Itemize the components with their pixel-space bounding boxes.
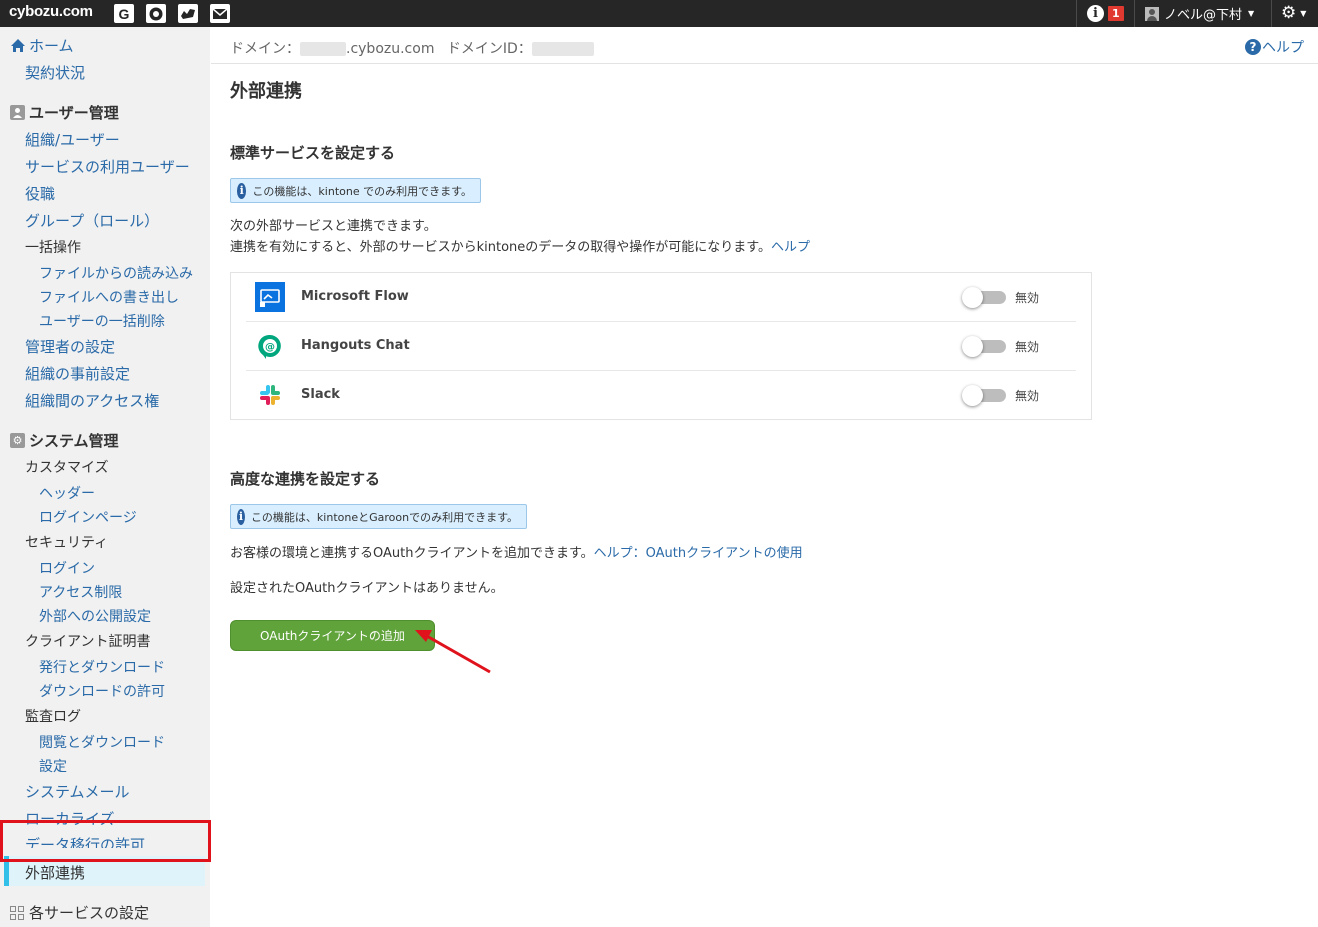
user-menu[interactable]: ノベル@下村 ▼ bbox=[1145, 0, 1254, 27]
service-toggle[interactable] bbox=[962, 385, 1006, 406]
notification-button[interactable]: i 1 bbox=[1087, 0, 1124, 27]
sidebar-item-org-access[interactable]: 組織間のアクセス権 bbox=[25, 390, 159, 411]
sidebar-item-bulk: 一括操作 bbox=[25, 240, 81, 256]
gear-icon: ⚙ bbox=[1281, 3, 1297, 23]
chevron-down-icon: ▼ bbox=[1300, 9, 1307, 18]
mail-app-icon[interactable] bbox=[210, 4, 230, 23]
microsoft-flow-icon bbox=[255, 282, 285, 312]
service-name: Hangouts Chat bbox=[301, 338, 410, 353]
settings-menu[interactable]: ⚙ ▼ bbox=[1281, 0, 1306, 27]
sidebar-item-customize: カスタマイズ bbox=[25, 460, 109, 476]
sidebar-item-audit-view[interactable]: 閲覧とダウンロード bbox=[39, 732, 165, 752]
sidebar-item-groups[interactable]: グループ（ロール） bbox=[25, 210, 159, 231]
user-icon bbox=[10, 105, 25, 120]
mailwise-app-icon[interactable] bbox=[178, 4, 198, 23]
svg-text:@: @ bbox=[265, 342, 275, 353]
cybozu-logo[interactable]: cybozu.com bbox=[9, 3, 93, 20]
sidebar-item-service-users[interactable]: サービスの利用ユーザー bbox=[25, 156, 190, 177]
service-name: Slack bbox=[301, 387, 340, 402]
gear-icon: ⚙ bbox=[10, 433, 25, 448]
sidebar-item-titles[interactable]: 役職 bbox=[25, 183, 55, 204]
grid-icon bbox=[10, 905, 24, 920]
sidebar-item-admins[interactable]: 管理者の設定 bbox=[25, 336, 115, 357]
sidebar-item-audit-settings[interactable]: 設定 bbox=[39, 756, 67, 776]
oauth-help-link[interactable]: ヘルプ：OAuthクライアントの使用 bbox=[594, 546, 803, 561]
redacted-domain bbox=[300, 42, 346, 56]
sidebar-item-service-settings[interactable]: 各サービスの設定 bbox=[10, 902, 149, 923]
sidebar-item-contract[interactable]: 契約状況 bbox=[25, 62, 85, 83]
home-icon bbox=[11, 39, 25, 52]
sys-mgmt-heading: ⚙ システム管理 bbox=[10, 430, 119, 451]
user-name: ノベル@下村 bbox=[1164, 8, 1243, 23]
sidebar-item-client-cert: クライアント証明書 bbox=[25, 634, 151, 650]
service-status: 無効 bbox=[1015, 291, 1040, 305]
sidebar-item-bulk-delete[interactable]: ユーザーの一括削除 bbox=[39, 311, 165, 331]
office-app-icon[interactable] bbox=[146, 4, 166, 23]
advanced-section-title: 高度な連携を設定する bbox=[230, 470, 381, 488]
sidebar-item-org-users[interactable]: 組織/ユーザー bbox=[25, 129, 120, 150]
info-icon: i bbox=[1087, 5, 1104, 22]
sidebar-item-export[interactable]: ファイルへの書き出し bbox=[39, 287, 179, 307]
sidebar-item-login-page[interactable]: ログインページ bbox=[39, 507, 137, 527]
service-status: 無効 bbox=[1015, 340, 1040, 354]
info-icon: i bbox=[237, 182, 247, 199]
page-title: 外部連携 bbox=[230, 81, 302, 102]
sidebar-item-public-settings[interactable]: 外部への公開設定 bbox=[39, 606, 151, 626]
service-row-hangouts-chat: @ Hangouts Chat 無効 bbox=[246, 322, 1076, 371]
top-bar: cybozu.com G i 1 ノベル@下村 ▼ ⚙ ▼ bbox=[0, 0, 1318, 27]
add-oauth-client-button[interactable]: OAuthクライアントの追加 bbox=[230, 620, 435, 651]
slack-icon bbox=[255, 380, 285, 410]
service-toggle[interactable] bbox=[962, 336, 1006, 357]
sidebar-item-audit-log: 監査ログ bbox=[25, 709, 81, 725]
service-name: Microsoft Flow bbox=[301, 289, 409, 304]
domain-bar: ドメイン： .cybozu.com ドメインID： ? ヘルプ bbox=[211, 27, 1318, 64]
highlight-frame bbox=[0, 820, 211, 862]
sidebar-item-import[interactable]: ファイルからの読み込み bbox=[39, 263, 193, 283]
sidebar-item-header[interactable]: ヘッダー bbox=[39, 483, 95, 503]
info-icon: i bbox=[237, 508, 245, 525]
hangouts-chat-icon: @ bbox=[255, 331, 285, 361]
advanced-desc: お客様の環境と連携するOAuthクライアントを追加できます。ヘルプ：OAuthク… bbox=[230, 546, 803, 561]
sidebar-item-security: セキュリティ bbox=[25, 535, 109, 551]
sidebar-item-external-integration[interactable]: 外部連携 bbox=[25, 862, 85, 883]
sidebar-item-system-mail[interactable]: システムメール bbox=[25, 781, 130, 802]
chevron-down-icon: ▼ bbox=[1248, 9, 1255, 18]
advanced-notice: i この機能は、kintoneとGaroonでのみ利用できます。 bbox=[230, 504, 527, 529]
user-mgmt-heading: ユーザー管理 bbox=[10, 102, 119, 123]
service-row-slack: Slack 無効 bbox=[246, 371, 1076, 420]
sidebar-item-issue-download[interactable]: 発行とダウンロード bbox=[39, 657, 165, 677]
services-list: Microsoft Flow 無効 @ Hangouts Chat 無効 Sla… bbox=[230, 272, 1092, 420]
service-row-microsoft-flow: Microsoft Flow 無効 bbox=[246, 273, 1076, 322]
domain-info: ドメイン： .cybozu.com ドメインID： bbox=[230, 38, 594, 58]
service-status: 無効 bbox=[1015, 389, 1040, 403]
notification-badge: 1 bbox=[1108, 6, 1124, 21]
redacted-domain-id bbox=[531, 42, 594, 56]
user-icon bbox=[1145, 6, 1159, 21]
standard-section-title: 標準サービスを設定する bbox=[230, 144, 396, 162]
help-icon: ? bbox=[1245, 39, 1261, 55]
standard-notice: i この機能は、kintone でのみ利用できます。 bbox=[230, 178, 481, 203]
service-toggle[interactable] bbox=[962, 287, 1006, 308]
standard-help-link[interactable]: ヘルプ bbox=[771, 240, 810, 255]
sidebar-item-org-preset[interactable]: 組織の事前設定 bbox=[25, 363, 130, 384]
standard-desc-2: 連携を有効にすると、外部のサービスからkintoneのデータの取得や操作が可能に… bbox=[230, 240, 810, 255]
help-link[interactable]: ? ヘルプ bbox=[1245, 37, 1304, 57]
oauth-empty-message: 設定されたOAuthクライアントはありません。 bbox=[230, 581, 504, 596]
sidebar-item-login[interactable]: ログイン bbox=[39, 558, 95, 578]
sidebar-item-download-permission[interactable]: ダウンロードの許可 bbox=[39, 681, 165, 701]
standard-desc-1: 次の外部サービスと連携できます。 bbox=[230, 219, 437, 234]
sidebar-item-home[interactable]: ホーム bbox=[10, 35, 74, 56]
g-app-icon[interactable]: G bbox=[114, 4, 134, 23]
sidebar-item-access-restriction[interactable]: アクセス制限 bbox=[39, 582, 122, 602]
